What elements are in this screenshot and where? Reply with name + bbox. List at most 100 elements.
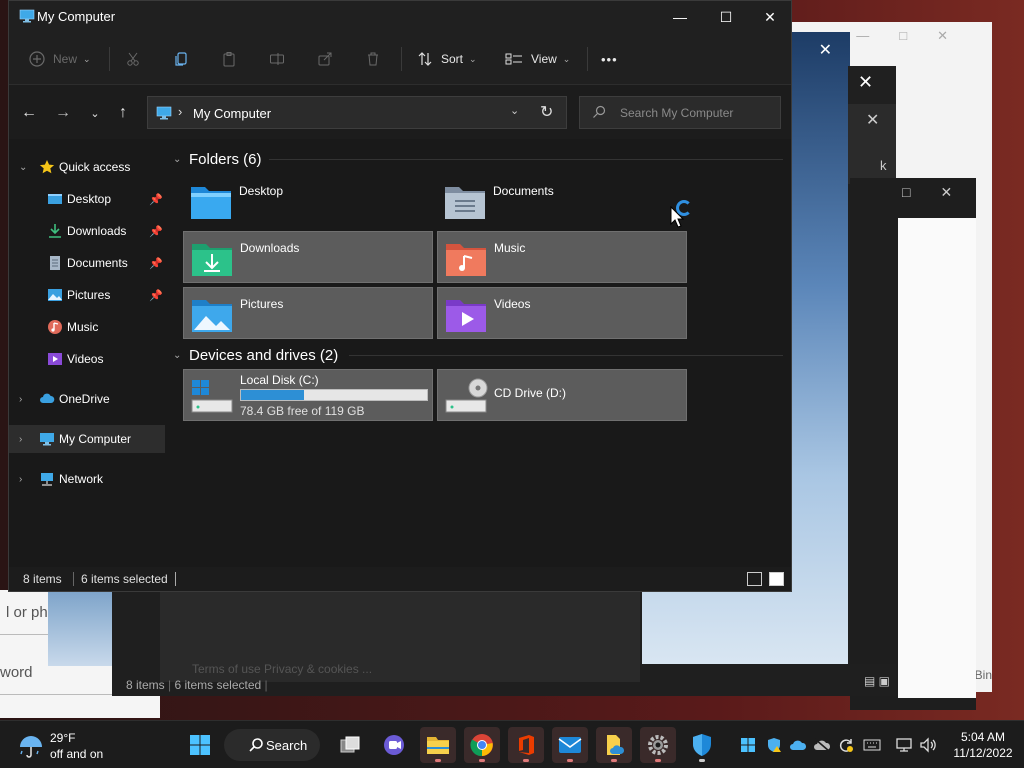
more-options-button[interactable]: •••	[601, 45, 618, 73]
teams-chat-button[interactable]	[376, 727, 412, 763]
sort-icon	[418, 52, 432, 66]
start-button[interactable]	[182, 727, 218, 763]
sort-label: Sort	[441, 52, 464, 66]
windows-logo-icon	[190, 735, 210, 755]
forward-arrow-icon[interactable]: →	[51, 101, 75, 125]
folder-tile-downloads[interactable]: Downloads	[183, 231, 433, 283]
taskbar-files-cloud[interactable]	[596, 727, 632, 763]
tiles-view-icon[interactable]	[769, 572, 784, 586]
taskbar-office[interactable]	[508, 727, 544, 763]
clock-date: 11/12/2022	[953, 746, 1013, 760]
drive-tile-cd-drive[interactable]: CD Drive (D:)	[437, 369, 687, 421]
folder-tile-videos[interactable]: Videos	[437, 287, 687, 339]
sidebar-item-onedrive[interactable]: › OneDrive	[9, 385, 165, 413]
taskbar-mail[interactable]	[552, 727, 588, 763]
address-location[interactable]: My Computer	[193, 106, 271, 121]
taskbar-file-explorer[interactable]	[420, 727, 456, 763]
chevron-right-icon[interactable]: ›	[19, 394, 22, 405]
folder-tile-desktop[interactable]: Desktop	[183, 175, 433, 227]
close-icon[interactable]: ✕	[819, 40, 832, 60]
taskbar-defender[interactable]	[684, 727, 720, 763]
sidebar-item-my-computer[interactable]: › My Computer	[9, 425, 165, 453]
close-icon[interactable]: ✕	[866, 110, 879, 130]
sidebar-item-videos[interactable]: Videos	[9, 345, 165, 373]
documents-folder-icon	[445, 187, 485, 219]
view-toggle-icons[interactable]: ▤ ▣	[864, 674, 890, 688]
sidebar-item-quick-access[interactable]: ⌄ Quick access	[9, 153, 165, 181]
taskbar-clock[interactable]: 5:04 AM 11/12/2022	[948, 729, 1018, 761]
item-count: 8 items	[23, 572, 62, 586]
search-box[interactable]: Search My Computer	[579, 96, 781, 129]
chevron-right-icon[interactable]: ›	[19, 434, 22, 445]
tray-security-warning-icon[interactable]	[764, 735, 784, 755]
tray-sync-icon[interactable]	[836, 735, 856, 755]
delete-button[interactable]	[365, 45, 381, 73]
share-button[interactable]	[317, 45, 333, 73]
background-password-text: word	[0, 664, 33, 681]
view-button[interactable]: View ⌄	[505, 45, 570, 73]
sidebar-item-documents[interactable]: Documents 📌	[9, 249, 165, 277]
refresh-icon[interactable]: ↻	[540, 102, 553, 122]
taskbar-settings[interactable]	[640, 727, 676, 763]
new-button[interactable]: New ⌄	[29, 45, 91, 73]
speaker-icon	[920, 737, 936, 753]
folder-name: Music	[494, 241, 526, 255]
tray-onedrive-paused-icon[interactable]	[812, 735, 832, 755]
tray-keyboard-icon[interactable]	[862, 735, 882, 755]
chevron-down-icon[interactable]: ⌄	[173, 154, 189, 165]
drive-tile-local-disk[interactable]: Local Disk (C:) 78.4 GB free of 119 GB	[183, 369, 433, 421]
pin-icon[interactable]: 📌	[149, 257, 163, 270]
sidebar-item-label: Network	[59, 472, 104, 486]
task-view-button[interactable]	[332, 727, 368, 763]
desktop-folder-icon	[191, 187, 231, 219]
pin-icon[interactable]: 📌	[149, 193, 163, 206]
weather-widget[interactable]: 29°F off and on	[16, 729, 126, 763]
back-arrow-icon[interactable]: ←	[17, 101, 41, 125]
sidebar-item-label: Pictures	[67, 288, 111, 302]
up-arrow-icon[interactable]: ↑	[111, 101, 135, 125]
folder-tile-music[interactable]: Music	[437, 231, 687, 283]
rename-button[interactable]	[269, 45, 285, 73]
tray-network-icon[interactable]	[894, 735, 914, 755]
folder-tile-pictures[interactable]: Pictures	[183, 287, 433, 339]
weather-description: off and on	[50, 747, 104, 761]
address-bar[interactable]: › My Computer ⌄ ↻	[147, 96, 567, 129]
sidebar-item-downloads[interactable]: Downloads 📌	[9, 217, 165, 245]
close-button[interactable]: ✕	[747, 1, 793, 33]
address-dropdown-icon[interactable]: ⌄	[510, 104, 519, 117]
folder-name: Downloads	[240, 241, 300, 255]
tray-onedrive-icon[interactable]	[788, 735, 808, 755]
copy-button[interactable]	[173, 45, 189, 73]
devices-section-header[interactable]: ⌄ Devices and drives (2)	[173, 343, 338, 367]
minimize-button[interactable]: —	[657, 1, 703, 33]
sidebar-item-network[interactable]: › Network	[9, 465, 165, 493]
sidebar-item-music[interactable]: Music	[9, 313, 165, 341]
windows-logo-icon	[741, 738, 755, 752]
chevron-right-icon[interactable]: ›	[19, 474, 22, 485]
sidebar-item-pictures[interactable]: Pictures 📌	[9, 281, 165, 309]
sidebar-item-label: Documents	[67, 256, 128, 270]
folder-tile-documents[interactable]: Documents	[437, 175, 687, 227]
taskbar-chrome[interactable]	[464, 727, 500, 763]
taskbar-search-button[interactable]: Search	[224, 729, 320, 761]
tray-windows-icon[interactable]	[738, 735, 758, 755]
details-view-icon[interactable]	[747, 572, 762, 586]
toolbar-separator	[587, 47, 588, 71]
chevron-down-icon[interactable]: ⌄	[19, 162, 27, 173]
videos-icon	[48, 353, 62, 365]
office-icon	[519, 735, 534, 755]
tray-volume-icon[interactable]	[918, 735, 938, 755]
title-bar[interactable]: My Computer — ☐ ✕	[9, 1, 791, 33]
paste-button[interactable]	[221, 45, 237, 73]
folders-section-header[interactable]: ⌄ Folders (6)	[173, 147, 262, 171]
chevron-down-icon[interactable]: ⌄	[173, 350, 189, 361]
recent-locations-chevron-icon[interactable]: ⌄	[83, 101, 107, 125]
pin-icon[interactable]: 📌	[149, 289, 163, 302]
chevron-down-icon: ⌄	[469, 53, 477, 64]
sidebar-item-desktop[interactable]: Desktop 📌	[9, 185, 165, 213]
close-icon[interactable]: ✕	[858, 72, 873, 93]
pin-icon[interactable]: 📌	[149, 225, 163, 238]
maximize-button[interactable]: ☐	[703, 1, 749, 33]
cut-button[interactable]	[125, 45, 141, 73]
sort-button[interactable]: Sort ⌄	[417, 45, 477, 73]
